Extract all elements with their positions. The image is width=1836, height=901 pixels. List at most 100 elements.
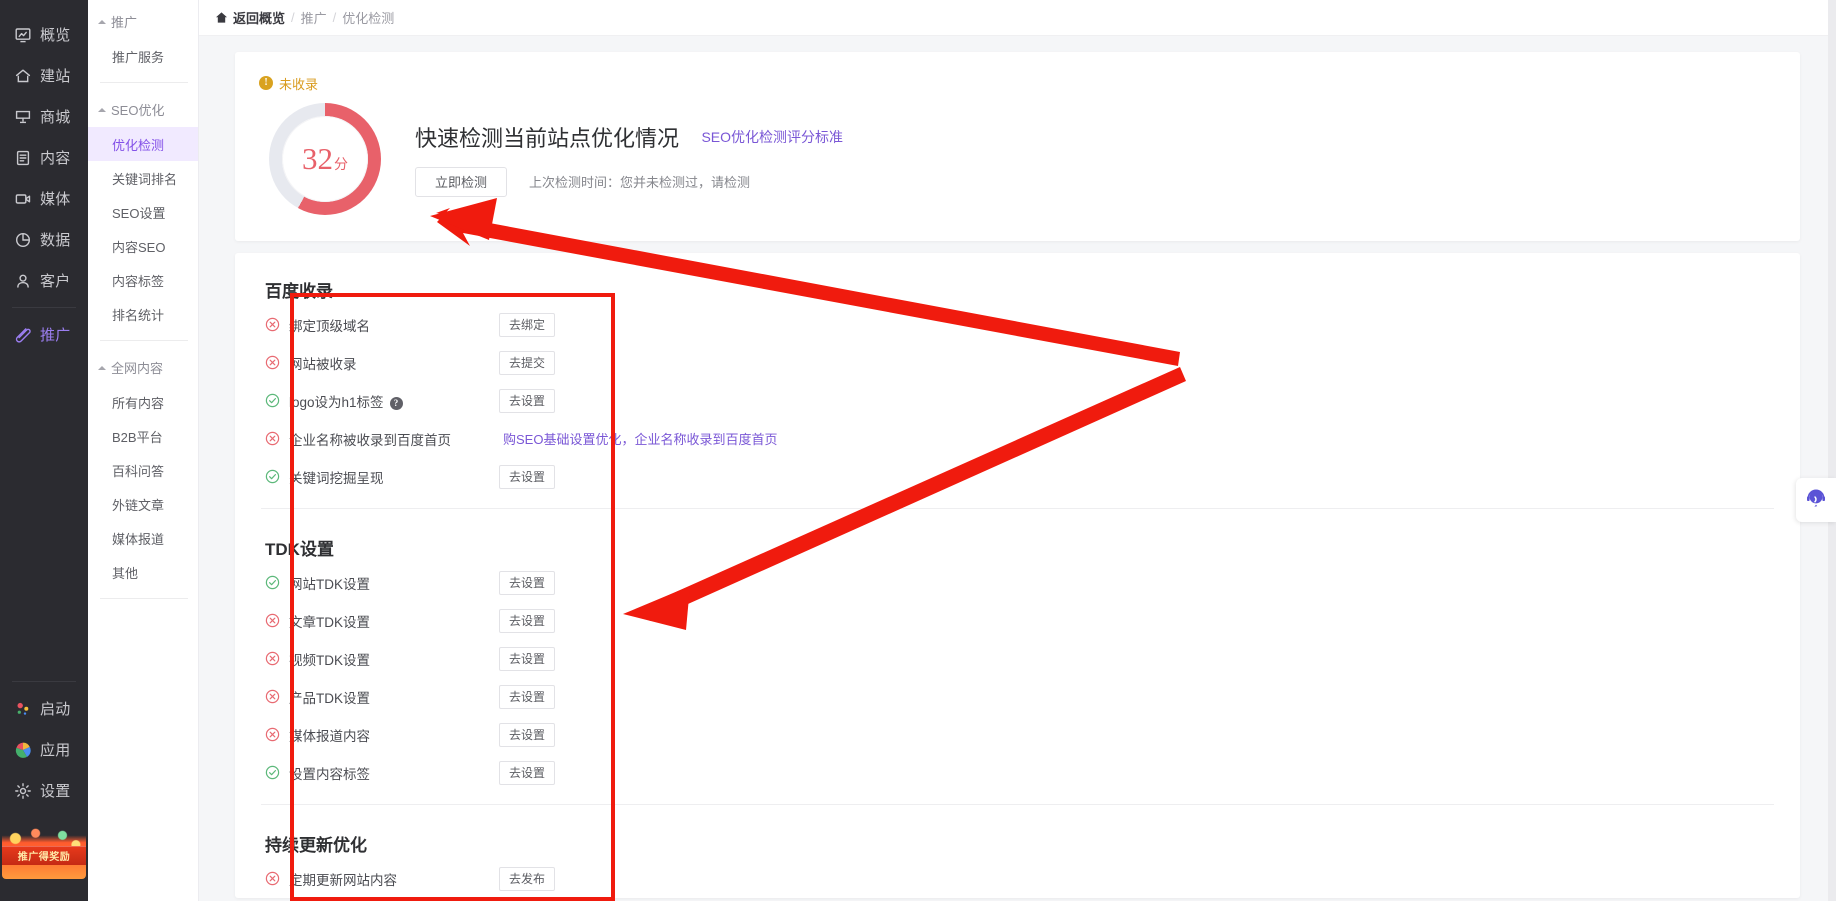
check-circle-icon: [265, 393, 280, 408]
sidebar-item-all-content[interactable]: 所有内容: [88, 385, 198, 419]
chevron-up-icon: [98, 17, 107, 26]
error-circle-icon: [265, 727, 280, 742]
rail-label: 推广: [40, 327, 71, 344]
sidebar-item-keyword-ranking[interactable]: 关键词排名: [88, 161, 198, 195]
checklist-row-label: 网站TDK设置: [289, 576, 370, 592]
gear-icon: [13, 781, 32, 800]
sidebar-item-label: 媒体报道: [112, 531, 165, 547]
checklist-row-label: 产品TDK设置: [289, 690, 370, 706]
breadcrumb-separator: /: [291, 10, 295, 25]
breadcrumb-item-current: 优化检测: [342, 11, 395, 26]
sidebar-item-label: 百科问答: [112, 463, 165, 479]
sidebar-item-other[interactable]: 其他: [88, 555, 198, 589]
rail-item-data[interactable]: 数据: [0, 219, 88, 260]
sidebar-item-seo-settings[interactable]: SEO设置: [88, 195, 198, 229]
sidebar-item-optimization-check[interactable]: 优化检测: [88, 127, 198, 161]
rail-label: 设置: [40, 783, 71, 800]
section-title: TDK设置: [265, 539, 334, 559]
breadcrumb-item-promotion[interactable]: 推广: [301, 8, 327, 27]
score-value-wrap: 32 分: [282, 115, 368, 202]
checklist-action-button[interactable]: 去绑定: [499, 312, 555, 337]
error-circle-icon: [265, 613, 280, 628]
rail-item-settings[interactable]: 设置: [0, 770, 88, 811]
user-icon: [13, 271, 32, 290]
rail-item-overview[interactable]: 概览: [0, 14, 88, 55]
rail-top-group: 概览 建站 商城 内容 媒体 数据 客户 推广: [0, 0, 88, 355]
section-divider: [261, 803, 1774, 805]
checklist-action-button[interactable]: 去设置: [499, 646, 555, 671]
rail-item-media[interactable]: 媒体: [0, 178, 88, 219]
checklist-action-button[interactable]: 去设置: [499, 608, 555, 633]
submenu-group-title-promotion[interactable]: 推广: [88, 4, 198, 39]
sidebar-item-ranking-stats[interactable]: 排名统计: [88, 297, 198, 331]
score-row: 32 分 快速检测当前站点优化情况 SEO优化检测评分标准 立即检测 上次检测时…: [259, 102, 1776, 215]
checklist-row: 产品TDK设置 去设置: [261, 678, 1774, 716]
checklist-row: 绑定顶级域名 去绑定: [261, 306, 1774, 344]
last-check-time: 上次检测时间：您并未检测过，请检测: [529, 175, 751, 190]
rail-bottom-group: 启动 应用 设置 推广得奖励: [0, 675, 88, 901]
checklist-row-label: 视频TDK设置: [289, 652, 370, 668]
page-scrollbar[interactable]: [1828, 0, 1836, 901]
checklist-action-button[interactable]: 去设置: [499, 388, 555, 413]
promo-banner[interactable]: 推广得奖励: [2, 827, 86, 879]
sidebar-item-content-tags[interactable]: 内容标签: [88, 263, 198, 297]
sidebar-item-promotion-service[interactable]: 推广服务: [88, 39, 198, 73]
rail-item-shop[interactable]: 商城: [0, 96, 88, 137]
apps-icon: [13, 740, 32, 759]
submenu-group-title-seo[interactable]: SEO优化: [88, 92, 198, 127]
content-scroll-area: ! 未收录 32 分 快速检测当前站点优化情况 SEO优化检测评分标准 立即检测…: [199, 36, 1836, 901]
error-circle-icon: [265, 689, 280, 704]
sidebar-item-wiki-qa[interactable]: 百科问答: [88, 453, 198, 487]
submenu-group-label: 全网内容: [111, 361, 164, 376]
checklist-action-link[interactable]: 购SEO基础设置优化，企业名称收录到百度首页: [503, 429, 777, 448]
error-circle-icon: [265, 355, 280, 370]
checklist-action-button[interactable]: 去提交: [499, 350, 555, 375]
warning-icon: !: [259, 76, 273, 90]
rail-divider-bottom: [12, 681, 76, 682]
submenu-divider-2: [100, 340, 188, 341]
checklist-action-button[interactable]: 去设置: [499, 464, 555, 489]
home-icon: [215, 11, 228, 24]
rail-divider: [12, 307, 76, 308]
rail-item-apps[interactable]: 应用: [0, 729, 88, 770]
sidebar-item-label: 其他: [112, 565, 139, 581]
sidebar-item-label: 排名统计: [112, 307, 165, 323]
error-circle-icon: [265, 317, 280, 332]
sidebar-item-label: 外链文章: [112, 497, 165, 513]
customer-service-button[interactable]: [1796, 478, 1836, 522]
page-title: 快速检测当前站点优化情况: [415, 125, 680, 151]
breadcrumb-home-link[interactable]: 返回概览: [215, 8, 285, 27]
checklist-row-label: 设置内容标签: [289, 766, 370, 782]
checklist-row-label: 定期更新网站内容: [289, 872, 397, 888]
sidebar-item-b2b-platform[interactable]: B2B平台: [88, 419, 198, 453]
help-icon[interactable]: ?: [389, 396, 403, 410]
checklist-row-label: 媒体报道内容: [289, 728, 370, 744]
sidebar-item-content-seo[interactable]: 内容SEO: [88, 229, 198, 263]
rail-item-customer[interactable]: 客户: [0, 260, 88, 301]
sidebar-item-label: 关键词排名: [112, 171, 178, 187]
sidebar-item-backlink-articles[interactable]: 外链文章: [88, 487, 198, 521]
rail-item-launch[interactable]: 启动: [0, 688, 88, 729]
sidebar-item-label: 内容标签: [112, 273, 165, 289]
checklist-action-button[interactable]: 去设置: [499, 722, 555, 747]
checklist-action-button[interactable]: 去设置: [499, 684, 555, 709]
rail-label: 商城: [40, 109, 71, 126]
detect-now-button[interactable]: 立即检测: [415, 166, 507, 197]
checklist-row: 媒体报道内容 去设置: [261, 716, 1774, 754]
submenu-group-title-allcontent[interactable]: 全网内容: [88, 350, 198, 385]
check-circle-icon: [265, 765, 280, 780]
breadcrumb-separator: /: [332, 10, 337, 25]
score-actions: 立即检测 上次检测时间：您并未检测过，请检测: [415, 166, 1776, 197]
rail-item-promotion[interactable]: 推广: [0, 314, 88, 355]
checklist-action-button[interactable]: 去设置: [499, 570, 555, 595]
error-circle-icon: [265, 431, 280, 446]
scoring-standard-link[interactable]: SEO优化检测评分标准: [701, 129, 843, 145]
rail-item-content[interactable]: 内容: [0, 137, 88, 178]
rail-item-website[interactable]: 建站: [0, 55, 88, 96]
rail-label: 内容: [40, 150, 71, 167]
home-icon: [13, 66, 32, 85]
checklist-action-button[interactable]: 去发布: [499, 866, 555, 891]
sidebar-item-media-coverage[interactable]: 媒体报道: [88, 521, 198, 555]
checklist-action-button[interactable]: 去设置: [499, 760, 555, 785]
overview-icon: [13, 25, 32, 44]
